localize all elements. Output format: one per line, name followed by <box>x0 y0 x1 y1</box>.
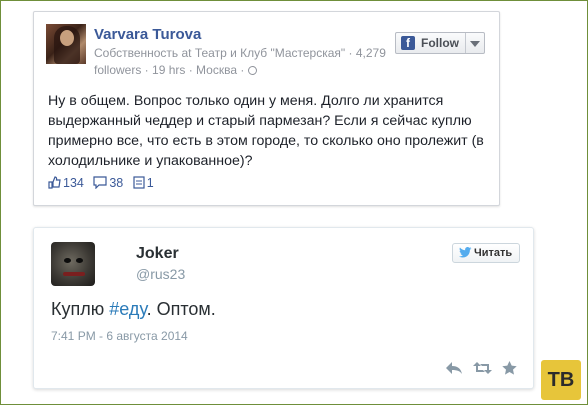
like-icon <box>48 176 61 189</box>
tweet-text-end: . Оптом. <box>146 299 216 319</box>
shares-stat[interactable]: 1 <box>133 176 154 190</box>
follow-label: Follow <box>421 36 459 50</box>
facebook-logo-icon: f <box>401 36 415 50</box>
tweet-text-start: Куплю <box>51 299 110 319</box>
watermark-logo: ТВ <box>541 360 581 400</box>
likes-count: 134 <box>63 176 84 190</box>
follow-button[interactable]: Читать <box>452 243 520 263</box>
retweet-icon[interactable] <box>473 361 492 380</box>
chevron-down-icon[interactable] <box>470 41 480 47</box>
share-icon <box>133 176 145 189</box>
watermark-text: ТВ <box>547 369 575 391</box>
post-body: Ну в общем. Вопрос только один у меня. Д… <box>48 93 484 169</box>
tweet-card: Joker @rus23 Читать Куплю #еду. Оптом. 7… <box>33 227 534 389</box>
shares-count: 1 <box>146 176 154 190</box>
tweet-author-name[interactable]: Joker <box>136 245 179 263</box>
author-name[interactable]: Varvara Turova <box>94 26 201 43</box>
facebook-post-card: Varvara Turova Собственность at Театр и … <box>33 11 500 206</box>
globe-icon <box>247 66 257 75</box>
follow-button[interactable]: f Follow <box>395 32 485 54</box>
author-avatar[interactable] <box>46 24 86 64</box>
twitter-bird-icon <box>459 247 472 258</box>
comments-stat[interactable]: 38 <box>93 176 123 190</box>
comment-icon <box>93 176 107 190</box>
follow-label: Читать <box>474 247 513 259</box>
comments-count: 38 <box>109 176 124 190</box>
post-meta: Собственность at Театр и Клуб "Мастерска… <box>94 45 404 79</box>
post-stats: 134 38 1 <box>48 176 160 190</box>
tweet-author-handle[interactable]: @rus23 <box>136 266 185 282</box>
likes-stat[interactable]: 134 <box>48 176 84 190</box>
place-link[interactable]: Театр и Клуб "Мастерская" <box>195 46 345 60</box>
tweet-text: Куплю #еду. Оптом. <box>51 299 216 320</box>
meta-prefix: Собственность at <box>94 46 195 60</box>
hashtag-link[interactable]: #еду <box>109 299 146 319</box>
reply-icon[interactable] <box>445 361 463 380</box>
avatar[interactable] <box>51 242 95 286</box>
tweet-timestamp[interactable]: 7:41 PM - 6 августа 2014 <box>51 329 188 343</box>
favorite-icon[interactable] <box>502 361 517 380</box>
